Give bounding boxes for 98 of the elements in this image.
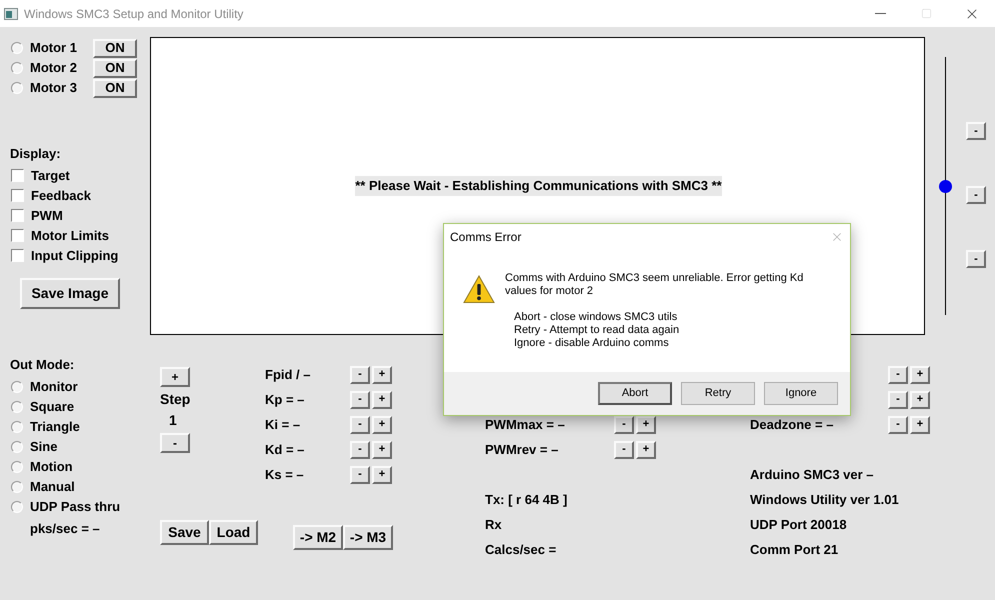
motor-on-button[interactable]: ON [93,38,137,58]
decrease-button[interactable]: - [350,466,370,484]
radio-button[interactable] [11,380,23,392]
radio-button[interactable] [11,62,23,74]
increase-button[interactable]: + [372,466,392,484]
dialog-option: Retry - Attempt to read data again [514,324,825,337]
motor-on-button[interactable]: ON [93,58,137,78]
radio-button[interactable] [11,82,23,94]
decrease-button[interactable]: - [350,440,370,458]
increase-button[interactable]: + [372,390,392,408]
parameter-label: Ks = – [265,466,305,484]
checkbox[interactable] [11,229,24,242]
radio-button[interactable] [11,460,23,472]
checkbox-label: Input Clipping [31,246,118,265]
decrease-button[interactable]: - [350,366,370,384]
radio-button[interactable] [11,400,23,412]
decrease-button[interactable]: - [350,390,370,408]
decrease-button[interactable]: - [888,416,908,434]
file-button[interactable]: Load [209,520,258,545]
parameter-label: Ki = – [265,416,302,434]
info-text: Windows Utility ver 1.01 [750,490,900,509]
parameter-label: Fpid / – [265,366,312,384]
scale-button[interactable]: - [966,250,986,268]
parameter-label: Kp = – [265,390,306,409]
increase-button[interactable]: + [372,416,392,434]
radio-label: Motion [30,458,73,476]
increase-button[interactable]: + [910,390,930,408]
checkbox[interactable] [11,249,24,262]
increase-button[interactable]: + [636,416,656,434]
checkbox[interactable] [11,169,24,182]
comms-status: Rx [485,516,503,534]
checkbox[interactable] [11,209,24,222]
comms-status: Calcs/sec = [485,540,558,559]
checkbox-label: PWM [31,206,63,225]
motor-label: Motor 1 [30,39,78,58]
info-text: Arduino SMC3 ver – [750,466,875,484]
scale-button[interactable]: - [966,186,986,204]
status-message: ** Please Wait - Establishing Communications with SMC3 ** [355,176,722,196]
decrease-button[interactable]: - [350,416,370,434]
decrease-button[interactable]: - [888,390,908,408]
radio-label: Sine [30,438,58,456]
copy-button[interactable]: -> M2 [293,525,343,550]
info-text: UDP Port 20018 [750,516,848,534]
save-image-button[interactable]: Save Image [20,278,120,308]
dialog-option: Ignore - disable Arduino comms [514,337,825,350]
parameter-label: Deadzone = – [750,416,834,434]
maximize-icon [920,8,932,19]
decrease-button[interactable]: - [614,440,634,458]
motor-label: Motor 2 [30,59,78,78]
increase-button[interactable]: + [372,366,392,384]
radio-label: Triangle [30,418,80,436]
radio-label: Monitor [30,378,78,396]
increase-button[interactable]: + [372,440,392,458]
comms-status: Tx: [ r 64 4B ] [485,490,568,509]
decrease-button[interactable]: - [888,366,908,384]
motor-on-button[interactable]: ON [93,78,137,98]
increase-button[interactable]: + [636,440,656,458]
step-label: Step [160,390,192,409]
minimize-icon [874,13,886,14]
app-icon [4,8,18,20]
copy-button[interactable]: -> M3 [343,525,393,550]
dialog-option: Abort - close windows SMC3 utils [514,311,825,324]
parameter-label: PWMrev = – [485,440,560,459]
file-button[interactable]: Save [160,520,209,545]
warning-icon [463,275,495,304]
dialog-button[interactable]: Retry [681,382,755,405]
checkbox-label: Motor Limits [31,226,109,245]
radio-label: UDP Pass thru [30,498,120,516]
window-title: Windows SMC3 Setup and Monitor Utility [24,6,244,22]
radio-button[interactable] [11,440,23,452]
dialog-message: Comms with Arduino SMC3 seem unreliable. Error getting Kd values for motor 2 [505,272,804,298]
decrease-button[interactable]: - [614,416,634,434]
section-heading: Out Mode: [10,356,76,374]
radio-button[interactable] [11,42,23,54]
dialog-button[interactable]: Abort [598,382,672,405]
checkbox-label: Feedback [31,186,91,205]
scale-button[interactable]: - [966,122,986,140]
increase-button[interactable]: + [910,366,930,384]
packet-rate: pks/sec = – [30,520,101,538]
radio-button[interactable] [11,420,23,432]
checkbox[interactable] [11,189,24,202]
step-decrease-button[interactable]: - [160,433,190,453]
radio-label: Manual [30,478,75,496]
motor-label: Motor 3 [30,79,78,98]
parameter-label: PWMmax = – [485,416,566,434]
slider-thumb[interactable] [939,180,952,193]
parameter-label: Kd = – [265,440,306,459]
checkbox-label: Target [31,166,70,185]
radio-label: Square [30,398,74,416]
section-heading: Display: [10,145,62,163]
dialog-title: Comms Error [450,229,522,246]
step-increase-button[interactable]: + [160,367,190,387]
dialog-button[interactable]: Ignore [764,382,838,405]
radio-button[interactable] [11,480,23,492]
increase-button[interactable]: + [910,416,930,434]
radio-button[interactable] [11,500,23,512]
step-value: 1 [169,411,178,430]
info-text: Comm Port 21 [750,540,840,559]
